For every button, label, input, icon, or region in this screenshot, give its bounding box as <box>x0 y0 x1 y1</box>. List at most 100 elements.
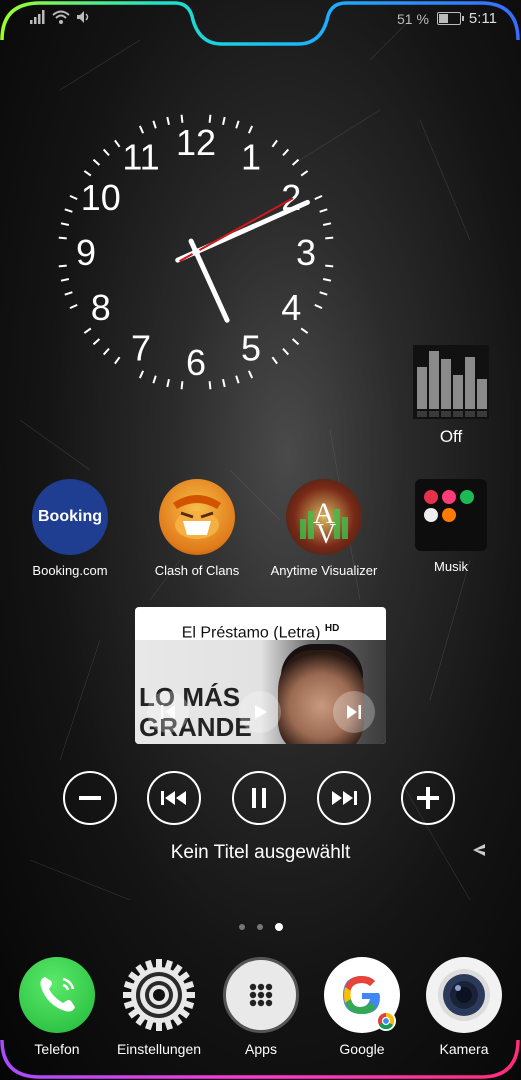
clock-numeral: 11 <box>122 137 159 178</box>
plus-icon <box>417 787 439 809</box>
clock-tick <box>282 347 290 356</box>
battery-icon <box>436 12 464 25</box>
track-title: El Préstamo (Letra) <box>181 624 321 642</box>
widget-play-button[interactable] <box>239 691 281 733</box>
visualizer-status-label: Off <box>439 427 463 446</box>
volume-icon <box>77 11 89 23</box>
equalizer-icon <box>417 351 487 417</box>
app-anytime-visualizer[interactable]: A V Anytime Visualizer <box>259 479 389 578</box>
clock-tick <box>92 338 101 346</box>
now-playing-status: Kein Titel ausgewählt <box>170 842 351 863</box>
clock-tick <box>325 236 334 240</box>
clock-tick <box>114 139 121 148</box>
page-dot[interactable] <box>274 923 283 931</box>
volume-down-button[interactable] <box>63 771 117 825</box>
clock-tick <box>58 236 67 240</box>
minus-icon <box>79 796 101 800</box>
clock-tick <box>69 303 78 310</box>
app-label: Google <box>339 1041 385 1057</box>
clock-tick <box>319 208 328 213</box>
video-thumbnail[interactable]: LO MÁS GRANDE <box>135 640 386 744</box>
next-track-button[interactable] <box>317 771 371 825</box>
skip-previous-icon <box>161 705 175 719</box>
clock-tick <box>314 194 323 201</box>
clock-tick <box>64 208 73 213</box>
volume-up-button[interactable] <box>401 771 455 825</box>
folder-musik[interactable]: Musik <box>386 479 516 574</box>
clock-tick <box>60 278 70 282</box>
music-folder-icon <box>415 479 487 551</box>
clock-tick <box>271 139 278 148</box>
google-icon <box>324 957 400 1033</box>
pause-icon <box>252 788 266 808</box>
clock-numeral: 12 <box>176 122 216 163</box>
clock-tick <box>152 120 157 129</box>
skip-previous-icon <box>161 791 186 805</box>
skip-next-icon <box>347 705 361 719</box>
clock-tick <box>319 291 328 296</box>
clock-tick <box>247 125 254 134</box>
page-dot[interactable] <box>256 924 263 930</box>
widget-previous-button[interactable] <box>147 691 189 733</box>
clock-tick <box>208 381 212 390</box>
clock-tick <box>83 170 92 177</box>
clock-tick <box>291 158 300 166</box>
widget-next-button[interactable] <box>333 691 375 733</box>
page-dot[interactable] <box>238 924 245 930</box>
clock-tick <box>166 116 170 126</box>
clock-tick <box>92 158 101 166</box>
clock-numeral: 7 <box>131 327 151 368</box>
phone-icon <box>19 957 95 1033</box>
clock-tick <box>271 356 278 365</box>
app-label: Kamera <box>439 1041 489 1057</box>
clock-tick <box>64 291 73 296</box>
clock-numeral: 3 <box>296 232 316 273</box>
clock-tick <box>222 378 226 388</box>
status-time: 5:11 <box>468 10 497 27</box>
clock-tick <box>322 222 332 226</box>
visualizer-widget[interactable] <box>413 345 489 419</box>
apps-grid-icon <box>223 957 299 1033</box>
dock-kamera[interactable]: Kamera <box>416 957 512 1057</box>
status-icons-right: 51 % 5:11 <box>397 10 497 27</box>
clock-tick <box>282 148 290 157</box>
app-label: Booking.com <box>32 563 108 578</box>
clock-numeral: 8 <box>91 287 111 328</box>
app-label: Apps <box>245 1041 277 1057</box>
app-label: Einstellungen <box>116 1041 202 1057</box>
dock-einstellungen[interactable]: Einstellungen <box>111 957 207 1057</box>
player-app-icon[interactable] <box>471 842 487 858</box>
clock-tick <box>300 327 309 334</box>
svg-text:V: V <box>316 519 336 550</box>
app-label: Anytime Visualizer <box>270 563 378 578</box>
previous-track-button[interactable] <box>147 771 201 825</box>
battery-percent: 51 % <box>396 10 429 27</box>
status-icons-left <box>30 10 90 24</box>
app-booking[interactable]: Booking Booking.com <box>5 479 135 578</box>
clock-tick <box>314 303 323 310</box>
analog-clock-widget[interactable]: 12 1234567891011 <box>46 102 346 402</box>
pause-button[interactable] <box>232 771 286 825</box>
play-icon <box>255 705 267 719</box>
clock-tick <box>138 125 145 134</box>
clash-of-clans-icon <box>159 479 235 555</box>
dock-telefon[interactable]: Telefon <box>9 957 105 1057</box>
skip-next-icon <box>332 791 357 805</box>
clock-numeral: 1 <box>241 137 261 178</box>
dock-apps[interactable]: Apps <box>213 957 309 1057</box>
camera-icon <box>426 957 502 1033</box>
hd-badge: HD <box>324 623 340 634</box>
dock-google[interactable]: Google <box>314 957 410 1057</box>
music-widget-title: El Préstamo (Letra) HD <box>135 607 386 641</box>
clock-numeral: 9 <box>76 232 96 273</box>
page-indicator[interactable] <box>0 923 521 931</box>
clock-numeral: 10 <box>81 177 121 218</box>
clock-numeral: 6 <box>186 342 206 383</box>
clock-numeral: 5 <box>241 327 261 368</box>
booking-icon: Booking <box>32 479 108 555</box>
music-widget[interactable]: El Préstamo (Letra) HD LO MÁS GRANDE <box>135 607 386 744</box>
app-label: Musik <box>434 559 468 574</box>
clock-tick <box>235 120 240 129</box>
app-label: Telefon <box>34 1041 80 1057</box>
app-clash-of-clans[interactable]: Clash of Clans <box>132 479 262 578</box>
